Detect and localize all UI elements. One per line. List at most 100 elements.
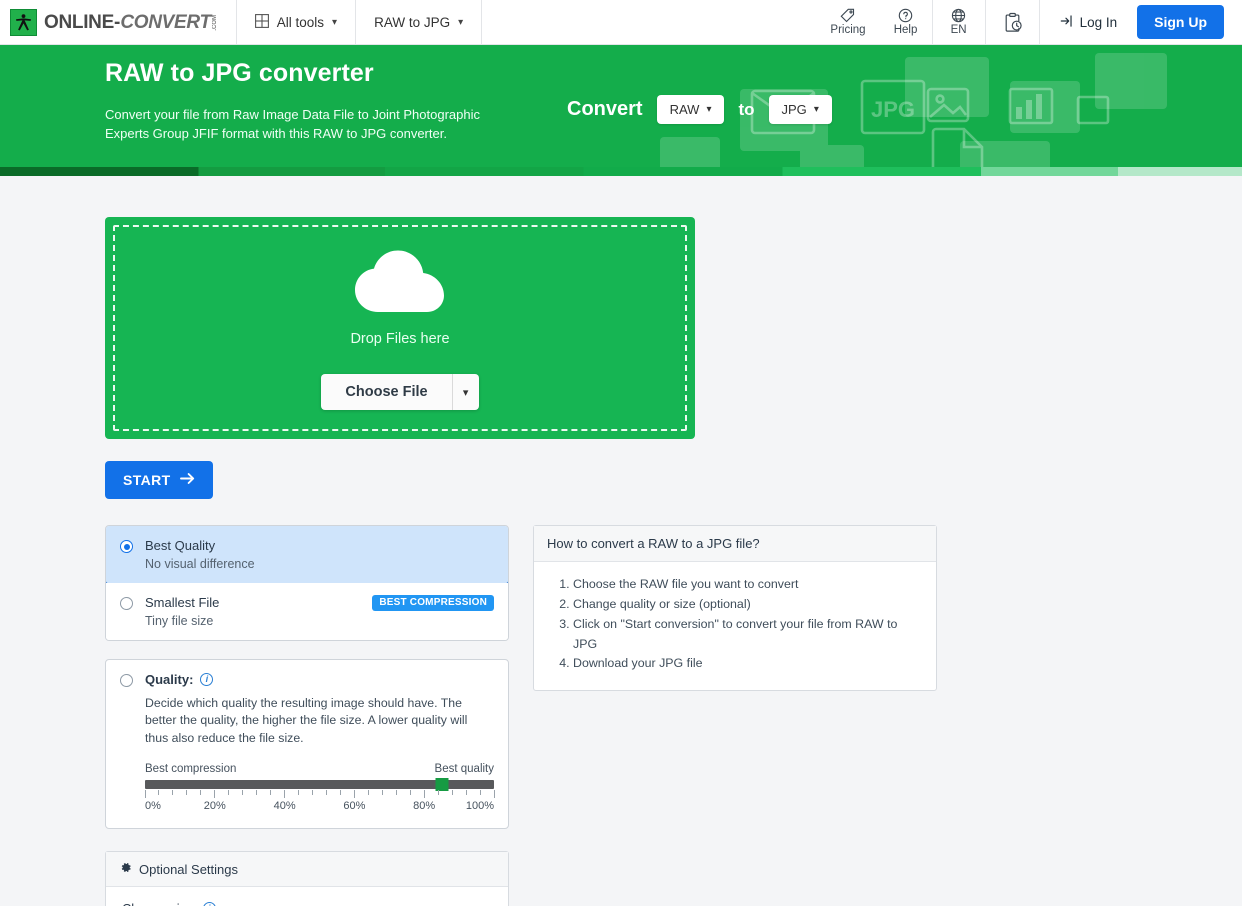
choose-file-group: Choose File ▾ — [321, 374, 478, 410]
radio-custom-quality[interactable] — [120, 674, 133, 687]
slider-tick — [228, 790, 229, 795]
page-subtitle: Convert your file from Raw Image Data Fi… — [105, 106, 505, 144]
slider-tick-label: 60% — [343, 800, 365, 812]
slider-tick — [466, 790, 467, 795]
slider-tick — [326, 790, 327, 795]
howto-panel: How to convert a RAW to a JPG file? Choo… — [533, 525, 937, 691]
optional-settings-header: Optional Settings — [106, 852, 508, 887]
slider-tick — [382, 790, 383, 795]
preset-desc: No visual difference — [145, 557, 494, 571]
site-logo[interactable]: ONLINE - CONVERT .COM — [0, 0, 236, 44]
radio-smallest-file[interactable] — [120, 597, 133, 610]
arrow-right-icon — [180, 472, 195, 488]
info-icon[interactable]: i — [200, 673, 213, 686]
quality-slider[interactable]: Best compression Best quality 0%20%40%60… — [145, 763, 494, 814]
slider-tick — [354, 790, 355, 798]
question-circle-icon — [898, 8, 913, 23]
all-tools-label: All tools — [277, 15, 324, 30]
howto-step: Change quality or size (optional) — [573, 595, 923, 615]
slider-tick — [186, 790, 187, 795]
start-button[interactable]: START — [105, 461, 213, 499]
slider-ticks — [145, 790, 494, 799]
slider-tick — [396, 790, 397, 795]
preset-option-smallest-file[interactable]: Smallest File Tiny file size BEST COMPRE… — [106, 583, 508, 640]
conversion-history-button[interactable] — [986, 0, 1039, 44]
choose-file-dropdown-button[interactable]: ▾ — [452, 374, 479, 410]
radio-best-quality[interactable] — [120, 540, 133, 553]
slider-tick — [410, 790, 411, 795]
slider-tick — [452, 790, 453, 795]
pricing-link[interactable]: Pricing — [816, 0, 879, 44]
quality-preset-group: Best Quality No visual difference Smalle… — [105, 525, 509, 641]
chevron-down-icon: ▾ — [458, 17, 463, 28]
slider-tick — [284, 790, 285, 798]
settings-column: Best Quality No visual difference Smalle… — [105, 525, 509, 906]
slider-tick — [438, 790, 439, 795]
start-button-label: START — [123, 472, 171, 488]
slider-tick — [256, 790, 257, 795]
slider-tick — [158, 790, 159, 795]
help-link[interactable]: Help — [880, 0, 932, 44]
logo-text-online: ONLINE — [44, 13, 114, 32]
login-arrow-icon — [1060, 14, 1074, 31]
hero-color-stripe — [0, 167, 1242, 176]
source-format-value: RAW — [670, 102, 700, 117]
info-icon[interactable]: i — [203, 902, 216, 906]
slider-tick — [340, 790, 341, 795]
convert-label: Convert — [567, 98, 643, 121]
howto-step: Download your JPG file — [573, 654, 923, 674]
slider-tick — [145, 790, 146, 798]
slider-tick-labels: 0%20%40%60%80%100% — [145, 800, 494, 814]
login-link[interactable]: Log In — [1040, 0, 1132, 44]
slider-tick — [480, 790, 481, 795]
preset-title: Smallest File — [145, 595, 219, 610]
top-navigation-bar: ONLINE - CONVERT .COM All tools ▾ RAW to… — [0, 0, 1242, 45]
current-tool-menu[interactable]: RAW to JPG ▾ — [356, 0, 481, 44]
preset-desc: Tiny file size — [145, 614, 360, 628]
slider-tick-label: 0% — [145, 800, 161, 812]
howto-body: Choose the RAW file you want to convertC… — [534, 562, 936, 690]
clipboard-clock-icon — [1002, 12, 1023, 33]
signup-button[interactable]: Sign Up — [1137, 5, 1224, 39]
quality-label: Quality: — [145, 672, 193, 687]
howto-title: How to convert a RAW to a JPG file? — [534, 526, 936, 562]
slider-tick — [214, 790, 215, 798]
slider-left-label: Best compression — [145, 763, 236, 775]
target-format-select[interactable]: JPG ▾ — [769, 95, 832, 124]
main-content: Drop Files here Choose File ▾ START Best… — [91, 217, 1151, 906]
to-label: to — [738, 100, 754, 120]
logo-text-domain: .COM — [212, 15, 218, 31]
gear-icon — [119, 861, 132, 877]
slider-tick — [494, 790, 495, 798]
slider-track[interactable] — [145, 780, 494, 789]
optional-settings-title: Optional Settings — [139, 862, 238, 877]
slider-tick — [172, 790, 173, 795]
slider-tick — [368, 790, 369, 795]
hero-banner: JPG PDF PNG — [0, 45, 1242, 176]
nav-spacer — [482, 0, 816, 44]
slider-tick-label: 80% — [413, 800, 435, 812]
all-tools-menu[interactable]: All tools ▾ — [237, 0, 355, 44]
language-selector[interactable]: EN — [933, 0, 985, 44]
settings-columns: Best Quality No visual difference Smalle… — [105, 525, 1137, 906]
slider-tick — [312, 790, 313, 795]
chevron-down-icon: ▾ — [332, 17, 337, 28]
preset-option-best-quality[interactable]: Best Quality No visual difference — [105, 525, 509, 584]
best-compression-badge: BEST COMPRESSION — [372, 595, 494, 611]
help-label: Help — [894, 24, 918, 36]
globe-icon — [951, 8, 966, 23]
current-tool-label: RAW to JPG — [374, 15, 450, 30]
quality-slider-card: Quality: i Decide which quality the resu… — [105, 659, 509, 829]
optional-settings-body: Change size: i Width: px Height: — [106, 887, 508, 906]
file-dropzone[interactable]: Drop Files here Choose File ▾ — [105, 217, 695, 439]
howto-step: Choose the RAW file you want to convert — [573, 575, 923, 595]
grid-icon — [255, 14, 269, 31]
person-logo-icon — [10, 9, 37, 36]
source-format-select[interactable]: RAW ▾ — [657, 95, 725, 124]
choose-file-button[interactable]: Choose File — [321, 374, 451, 410]
slider-tick-label: 40% — [274, 800, 296, 812]
change-size-label: Change size: — [122, 901, 197, 906]
target-format-value: JPG — [782, 102, 807, 117]
page-title: RAW to JPG converter — [105, 59, 535, 88]
chevron-down-icon: ▾ — [706, 104, 711, 115]
